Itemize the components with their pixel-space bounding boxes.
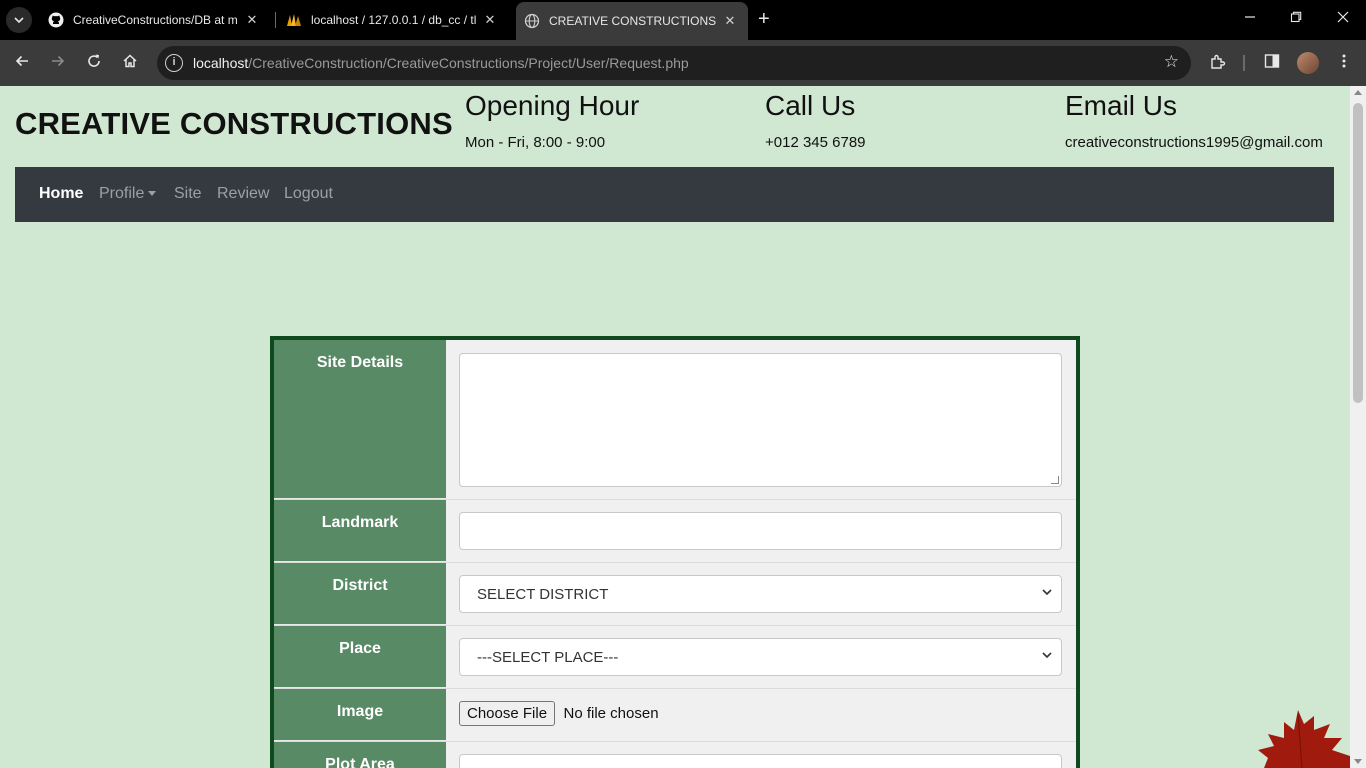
site-info-icon[interactable]: i bbox=[165, 54, 183, 72]
nav-site[interactable]: Site bbox=[174, 185, 202, 203]
form-row-place: Place ---SELECT PLACE--- bbox=[274, 626, 1076, 689]
image-label: Image bbox=[274, 689, 446, 741]
request-form: Site Details Landmark District SELECT DI… bbox=[270, 336, 1080, 768]
extensions-icon[interactable] bbox=[1208, 53, 1228, 77]
url-text: localhost/CreativeConstruction/CreativeC… bbox=[193, 55, 689, 71]
plot-area-label: Plot Area bbox=[274, 742, 446, 768]
browser-toolbar: i localhost/CreativeConstruction/Creativ… bbox=[0, 40, 1366, 86]
chevron-down-icon bbox=[1041, 648, 1053, 664]
bookmark-star-icon[interactable]: ☆ bbox=[1164, 52, 1179, 72]
site-details-textarea[interactable] bbox=[459, 353, 1062, 487]
phpmyadmin-icon bbox=[286, 12, 302, 28]
caret-down-icon bbox=[148, 191, 157, 197]
district-label: District bbox=[274, 563, 446, 625]
nav-review[interactable]: Review bbox=[217, 185, 269, 203]
forward-icon[interactable] bbox=[48, 53, 68, 75]
restore-icon[interactable] bbox=[1290, 10, 1302, 26]
new-tab-icon[interactable]: + bbox=[758, 9, 770, 29]
form-row-landmark: Landmark bbox=[274, 500, 1076, 563]
close-icon[interactable]: ✕ bbox=[244, 12, 260, 28]
scroll-up-icon[interactable] bbox=[1354, 90, 1362, 95]
image-file-input[interactable]: Choose File No file chosen bbox=[459, 701, 659, 726]
main-navbar: Home Profile Site Review Logout bbox=[15, 167, 1334, 222]
page-content: CREATIVE CONSTRUCTIONS Opening Hour Mon … bbox=[0, 86, 1350, 768]
district-select[interactable]: SELECT DISTRICT bbox=[459, 575, 1062, 613]
globe-icon bbox=[524, 13, 540, 29]
resize-grip-icon[interactable] bbox=[1051, 476, 1059, 484]
form-row-site-details: Site Details bbox=[274, 340, 1076, 500]
place-label: Place bbox=[274, 626, 446, 688]
choose-file-button[interactable]: Choose File bbox=[459, 701, 556, 726]
maple-leaf-decoration bbox=[1258, 710, 1350, 768]
landmark-input[interactable] bbox=[459, 512, 1062, 550]
email-us-block: Email Us creativeconstructions1995@gmail… bbox=[1065, 88, 1323, 151]
call-us-block: Call Us +012 345 6789 bbox=[765, 88, 866, 151]
more-menu-icon[interactable] bbox=[1334, 53, 1354, 75]
browser-tab-github[interactable]: CreativeConstructions/DB at m ✕ bbox=[44, 0, 272, 40]
opening-hour-value: Mon - Fri, 8:00 - 9:00 bbox=[465, 134, 606, 151]
profile-avatar[interactable] bbox=[1297, 52, 1319, 74]
browser-tab-active[interactable]: CREATIVE CONSTRUCTIONS ✕ bbox=[516, 2, 748, 40]
window-close-icon[interactable] bbox=[1337, 10, 1349, 26]
file-status: No file chosen bbox=[563, 705, 659, 722]
address-bar[interactable]: i localhost/CreativeConstruction/Creativ… bbox=[157, 46, 1191, 80]
home-icon[interactable] bbox=[120, 53, 140, 75]
minimize-icon[interactable] bbox=[1244, 10, 1256, 26]
nav-home[interactable]: Home bbox=[39, 185, 83, 203]
close-icon[interactable]: ✕ bbox=[482, 12, 498, 28]
reload-icon[interactable] bbox=[84, 53, 104, 75]
nav-profile-dropdown[interactable]: Profile bbox=[99, 185, 157, 203]
plot-area-input[interactable] bbox=[459, 754, 1062, 768]
tab-title: localhost / 127.0.0.1 / db_cc / tl bbox=[311, 13, 476, 27]
toolbar-divider bbox=[1243, 55, 1245, 71]
brand-title: CREATIVE CONSTRUCTIONS bbox=[15, 106, 453, 141]
form-row-plot-area: Plot Area bbox=[274, 742, 1076, 768]
scroll-down-icon[interactable] bbox=[1354, 759, 1362, 764]
tab-search-button[interactable] bbox=[6, 7, 32, 33]
github-icon bbox=[48, 12, 64, 28]
nav-logout[interactable]: Logout bbox=[284, 185, 333, 203]
call-us-value: +012 345 6789 bbox=[765, 134, 866, 151]
call-us-title: Call Us bbox=[765, 90, 856, 121]
place-select[interactable]: ---SELECT PLACE--- bbox=[459, 638, 1062, 676]
tab-separator bbox=[275, 12, 276, 28]
form-row-district: District SELECT DISTRICT bbox=[274, 563, 1076, 626]
opening-hour-title: Opening Hour bbox=[465, 90, 640, 121]
tab-title: CreativeConstructions/DB at m bbox=[73, 13, 238, 27]
side-panel-icon[interactable] bbox=[1262, 53, 1282, 75]
landmark-label: Landmark bbox=[274, 500, 446, 562]
close-icon[interactable]: ✕ bbox=[722, 13, 738, 29]
scrollbar-thumb[interactable] bbox=[1353, 103, 1363, 403]
chevron-down-icon bbox=[14, 17, 24, 24]
chevron-down-icon bbox=[1041, 585, 1053, 601]
back-icon[interactable] bbox=[12, 53, 32, 75]
page-scrollbar[interactable] bbox=[1350, 86, 1366, 768]
email-us-title: Email Us bbox=[1065, 90, 1178, 121]
opening-hour-block: Opening Hour Mon - Fri, 8:00 - 9:00 bbox=[465, 88, 639, 151]
email-us-value: creativeconstructions1995@gmail.com bbox=[1065, 134, 1323, 151]
browser-tab-bar: CreativeConstructions/DB at m ✕ localhos… bbox=[0, 0, 1366, 40]
browser-tab-phpmyadmin[interactable]: localhost / 127.0.0.1 / db_cc / tl ✕ bbox=[282, 0, 510, 40]
tab-title: CREATIVE CONSTRUCTIONS bbox=[549, 14, 716, 28]
site-details-label: Site Details bbox=[274, 340, 446, 499]
form-row-image: Image Choose File No file chosen bbox=[274, 689, 1076, 742]
